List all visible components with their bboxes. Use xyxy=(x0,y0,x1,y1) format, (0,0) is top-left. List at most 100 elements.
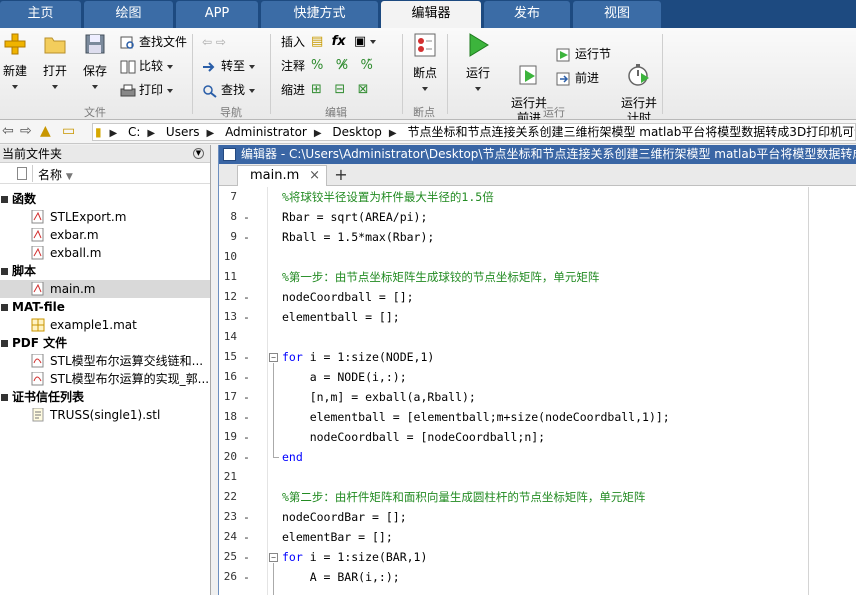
code-line[interactable]: 11 %第一步：由节点坐标矩阵生成球铰的节点坐标矩阵，单元矩阵 xyxy=(219,267,856,287)
save-button[interactable]: 保存 xyxy=(82,32,108,94)
name-column-label[interactable]: 名称 ▼ xyxy=(38,166,73,183)
file-item[interactable]: STL模型布尔运算交线链和... xyxy=(0,352,210,370)
run-button[interactable]: 运行 xyxy=(462,32,494,96)
goto-button[interactable]: 转至 xyxy=(202,57,255,75)
group-matfile[interactable]: MAT-file xyxy=(0,298,210,316)
crumb-drive[interactable]: C: xyxy=(128,125,140,139)
new-tab-button[interactable]: + xyxy=(331,165,351,185)
edit-insert-tools[interactable]: ▤ fx ▣ xyxy=(311,33,377,51)
breakpoint-marker[interactable]: - xyxy=(243,227,250,247)
group-scripts[interactable]: 脚本 xyxy=(0,262,210,280)
tab-apps[interactable]: APP xyxy=(176,1,258,28)
code-line[interactable]: 21 xyxy=(219,467,856,487)
tab-editor[interactable]: 编辑器 xyxy=(381,1,481,28)
code-line[interactable]: 13- elementball = []; xyxy=(219,307,856,327)
insert-button[interactable]: 插入 xyxy=(281,33,305,51)
tab-publish[interactable]: 发布 xyxy=(484,1,570,28)
group-pdf[interactable]: PDF 文件 xyxy=(0,334,210,352)
code-line[interactable]: 19- nodeCoordball = [nodeCoordball;n]; xyxy=(219,427,856,447)
fold-toggle-icon[interactable]: − xyxy=(269,353,278,362)
run-section-button[interactable]: 运行节 xyxy=(556,45,611,63)
line-number[interactable]: 8 xyxy=(219,207,237,227)
tab-home[interactable]: 主页 xyxy=(0,1,81,28)
breakpoint-marker[interactable]: - xyxy=(243,527,250,547)
breakpoint-marker[interactable]: - xyxy=(243,387,250,407)
breakpoint-marker[interactable]: - xyxy=(243,287,250,307)
breakpoint-marker[interactable]: - xyxy=(243,407,250,427)
line-number[interactable]: 15 xyxy=(219,347,237,367)
line-number[interactable]: 25 xyxy=(219,547,237,567)
breakpoint-marker[interactable]: - xyxy=(243,367,250,387)
tab-plots[interactable]: 绘图 xyxy=(84,1,173,28)
file-item[interactable]: STLExport.m xyxy=(0,208,210,226)
line-number[interactable]: 17 xyxy=(219,387,237,407)
code-line[interactable]: 23- nodeCoordBar = []; xyxy=(219,507,856,527)
print-button[interactable]: 打印 xyxy=(120,81,173,99)
code-line[interactable]: 15- for i = 1:size(NODE,1) − xyxy=(219,347,856,367)
indent-button[interactable]: 缩进 xyxy=(281,81,305,99)
line-number[interactable]: 19 xyxy=(219,427,237,447)
find-button[interactable]: 查找 xyxy=(202,81,255,99)
file-item[interactable]: exball.m xyxy=(0,244,210,262)
breakpoint-marker[interactable]: - xyxy=(243,207,250,227)
find-files-button[interactable]: 查找文件 xyxy=(120,33,187,51)
breakpoints-button[interactable]: 断点 xyxy=(408,32,442,96)
line-number[interactable]: 23 xyxy=(219,507,237,527)
code-line[interactable]: 25- for i = 1:size(BAR,1) − xyxy=(219,547,856,567)
line-number[interactable]: 18 xyxy=(219,407,237,427)
line-number[interactable]: 21 xyxy=(219,467,237,487)
code-line[interactable]: 24- elementBar = []; xyxy=(219,527,856,547)
tab-main-m[interactable]: main.m × xyxy=(237,165,327,186)
up-folder-icon[interactable]: ▲ xyxy=(40,123,51,139)
file-item[interactable]: exbar.m xyxy=(0,226,210,244)
crumb-administrator[interactable]: Administrator xyxy=(225,125,307,139)
line-number[interactable]: 24 xyxy=(219,527,237,547)
code-line[interactable]: 18- elementball = [elementball;m+size(no… xyxy=(219,407,856,427)
breakpoint-marker[interactable]: - xyxy=(243,447,250,467)
file-item[interactable]: example1.mat xyxy=(0,316,210,334)
tab-view[interactable]: 视图 xyxy=(573,1,661,28)
breakpoint-marker[interactable]: - xyxy=(243,347,250,367)
code-line[interactable]: 7 %将球铰半径设置为杆件最大半径的1.5倍 xyxy=(219,187,856,207)
comment-button[interactable]: 注释 xyxy=(281,57,305,75)
code-area[interactable]: 7 %将球铰半径设置为杆件最大半径的1.5倍 8- Rbar = sqrt(AREA/… xyxy=(219,187,856,595)
line-number[interactable]: 13 xyxy=(219,307,237,327)
line-number[interactable]: 16 xyxy=(219,367,237,387)
line-number[interactable]: 12 xyxy=(219,287,237,307)
group-certificate[interactable]: 证书信任列表 xyxy=(0,388,210,406)
fold-toggle-icon[interactable]: − xyxy=(269,553,278,562)
code-line[interactable]: 16- a = NODE(i,:); xyxy=(219,367,856,387)
line-number[interactable]: 26 xyxy=(219,567,237,587)
code-line[interactable]: 14 xyxy=(219,327,856,347)
group-functions[interactable]: 函数 xyxy=(0,190,210,208)
tab-shortcuts[interactable]: 快捷方式 xyxy=(261,1,378,28)
line-number[interactable]: 22 xyxy=(219,487,237,507)
new-button[interactable]: 新建 xyxy=(2,32,28,94)
path-breadcrumb[interactable]: ▮ ▶ C: ▶ Users ▶ Administrator ▶ Desktop ▶ 节… xyxy=(92,123,856,141)
breakpoint-marker[interactable]: - xyxy=(243,427,250,447)
code-line[interactable]: 12- nodeCoordball = []; xyxy=(219,287,856,307)
code-line[interactable]: 26- A = BAR(i,:); xyxy=(219,567,856,587)
back-arrow-icon[interactable]: ⇦ xyxy=(2,123,14,139)
crumb-desktop[interactable]: Desktop xyxy=(332,125,382,139)
edit-comment-tools[interactable]: % %̸ %̃ xyxy=(311,57,373,75)
advance-button[interactable]: 前进 xyxy=(556,69,599,87)
panel-menu-icon[interactable]: ▼ xyxy=(193,148,204,159)
line-number[interactable]: 10 xyxy=(219,247,237,267)
file-item-selected[interactable]: main.m xyxy=(0,280,210,298)
file-item[interactable]: TRUSS(single1).stl xyxy=(0,406,210,424)
breakpoint-marker[interactable]: - xyxy=(243,507,250,527)
crumb-users[interactable]: Users xyxy=(166,125,200,139)
forward-arrow-icon[interactable]: ⇨ xyxy=(20,123,32,139)
line-number[interactable]: 20 xyxy=(219,447,237,467)
code-line[interactable]: 9- Rball = 1.5*max(Rbar); xyxy=(219,227,856,247)
code-line[interactable]: 10 xyxy=(219,247,856,267)
breakpoint-marker[interactable]: - xyxy=(243,567,250,587)
crumb-project-folder[interactable]: 节点坐标和节点连接关系创建三维桁架模型 matlab平台将模型数据转成3D打印机… xyxy=(407,125,855,139)
line-number[interactable]: 11 xyxy=(219,267,237,287)
column-header[interactable]: 名称 ▼ xyxy=(0,163,210,184)
code-line[interactable]: 20- end xyxy=(219,447,856,467)
nav-back-forward[interactable]: ⇦ ⇨ xyxy=(202,33,226,51)
breakpoint-marker[interactable]: - xyxy=(243,307,250,327)
line-number[interactable]: 7 xyxy=(219,187,237,207)
